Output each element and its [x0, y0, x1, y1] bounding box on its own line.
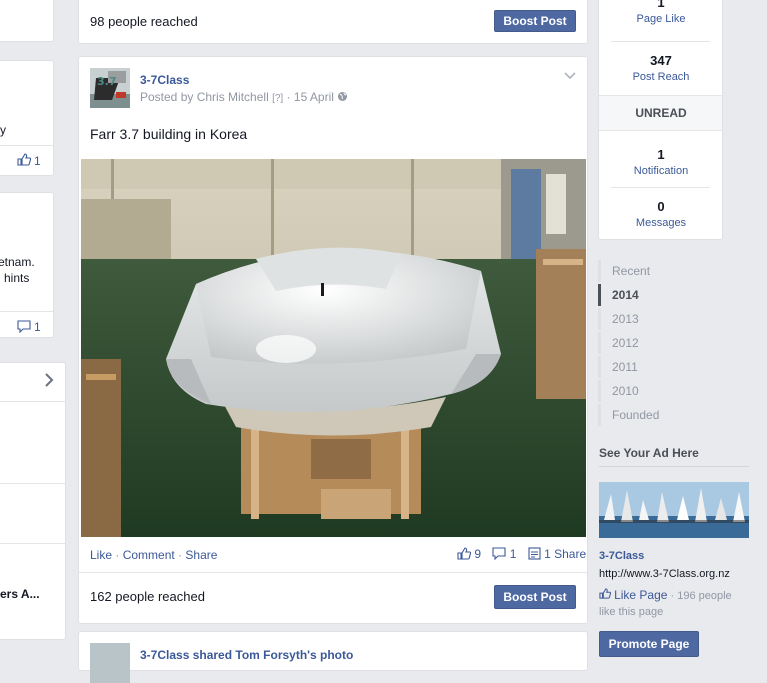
post-reach-label[interactable]: Post Reach [599, 71, 723, 83]
ad-image[interactable] [599, 482, 749, 538]
post-reach-count: 347 [650, 53, 672, 68]
action-separator: · [115, 548, 120, 562]
author-link[interactable]: Chris Mitchell [197, 90, 269, 104]
help-link[interactable]: [?] [272, 93, 283, 104]
thumbs-up-icon[interactable] [457, 547, 472, 563]
messages-label[interactable]: Messages [599, 217, 723, 229]
timeline-2014[interactable]: 2014 [598, 284, 728, 306]
page-avatar[interactable]: 3.7 [90, 68, 130, 108]
post-meta: Posted by Chris Mitchell [?] · 15 April [140, 90, 348, 105]
stats-card: 1 Page Like 347 Post Reach UNREAD 1 Noti… [598, 0, 723, 240]
ad-like-page-link[interactable]: Like Page [614, 588, 667, 602]
like-icon[interactable] [17, 153, 32, 169]
share-icon[interactable] [528, 547, 541, 563]
shares-count[interactable]: 1 Share [544, 547, 586, 561]
messages-stat[interactable]: 0 Messages [599, 199, 723, 229]
post-text: Farr 3.7 building in Korea [90, 126, 248, 142]
timeline-nav: Recent 2014 2013 2012 2011 2010 Founded [598, 260, 738, 428]
timeline-2013[interactable]: 2013 [598, 308, 728, 330]
unread-heading: UNREAD [635, 106, 687, 120]
posted-by-label: Posted by [140, 90, 194, 104]
like-link[interactable]: Like [90, 548, 112, 562]
notification-label[interactable]: Notification [599, 165, 723, 177]
left-card-2-line1: etnam. [0, 255, 35, 269]
left-card-2-line2: l hints [0, 271, 30, 285]
next-post-card: 3-7Class shared Tom Forsyth's photo [78, 631, 588, 683]
left-card-1-text: y [0, 123, 6, 137]
left-card-2: etnam. l hints 1 [0, 192, 54, 338]
post-photo[interactable] [81, 159, 586, 537]
left-card-3-text[interactable]: ers A... [0, 587, 40, 601]
ad-page-name[interactable]: 3-7Class [599, 550, 644, 562]
globe-icon [337, 91, 348, 105]
ad-dot: · [670, 590, 675, 602]
post-reach: 162 people reached [90, 589, 205, 604]
meta-separator: · [286, 90, 291, 104]
timeline-2010[interactable]: 2010 [598, 380, 728, 402]
page-like-stat[interactable]: 1 Page Like [599, 0, 723, 25]
svg-text:3.7: 3.7 [97, 75, 117, 88]
post-counts: 9 1 1 Share [457, 547, 586, 563]
timeline-2012[interactable]: 2012 [598, 332, 728, 354]
notification-stat[interactable]: 1 Notification [599, 147, 723, 177]
left-card-3: ers A... [0, 362, 66, 640]
share-link[interactable]: Share [185, 548, 217, 562]
timeline-2011[interactable]: 2011 [598, 356, 728, 378]
comment-link[interactable]: Comment [123, 548, 175, 562]
post-card: 3.7 3-7Class Posted by Chris Mitchell [?… [78, 56, 588, 624]
notification-count: 1 [657, 147, 665, 162]
left-card-1: y 1 [0, 60, 54, 176]
promote-page-button[interactable]: Promote Page [599, 631, 699, 657]
timeline-founded[interactable]: Founded [598, 404, 728, 426]
timeline-recent[interactable]: Recent [598, 260, 728, 282]
top-post-reach: 98 people reached [90, 14, 198, 29]
post-actions: Like · Comment · Share [90, 548, 217, 562]
ad-url: http://www.3-7Class.org.nz [599, 568, 730, 580]
comment-icon[interactable] [17, 320, 31, 336]
left-card-2-count: 1 [34, 320, 41, 334]
page-like-label[interactable]: Page Like [599, 13, 723, 25]
post-reach-stat[interactable]: 347 Post Reach [599, 53, 723, 83]
page-like-count: 1 [657, 0, 665, 10]
page-name-link[interactable]: 3-7Class [140, 73, 189, 87]
top-post-card: 98 people reached Boost Post [78, 0, 588, 44]
chevron-down-icon[interactable] [564, 69, 576, 83]
thumbs-up-icon[interactable] [599, 588, 612, 604]
boost-post-button[interactable]: Boost Post [494, 585, 576, 609]
left-card-1-count: 1 [34, 154, 41, 168]
next-post-text[interactable]: 3-7Class shared Tom Forsyth's photo [140, 648, 353, 662]
left-card-top [0, 0, 54, 42]
boost-post-button-top[interactable]: Boost Post [494, 10, 576, 32]
ad-like-row: Like Page · 196 people like this page [599, 587, 749, 620]
next-post-avatar[interactable] [90, 643, 130, 683]
likes-count[interactable]: 9 [474, 547, 481, 561]
chevron-right-icon[interactable] [44, 373, 54, 390]
action-separator: · [178, 548, 183, 562]
messages-count: 0 [657, 199, 665, 214]
post-date-link[interactable]: 15 April [294, 90, 334, 104]
ad-heading[interactable]: See Your Ad Here [599, 446, 699, 460]
comment-icon[interactable] [492, 547, 506, 563]
comments-count[interactable]: 1 [510, 547, 517, 561]
